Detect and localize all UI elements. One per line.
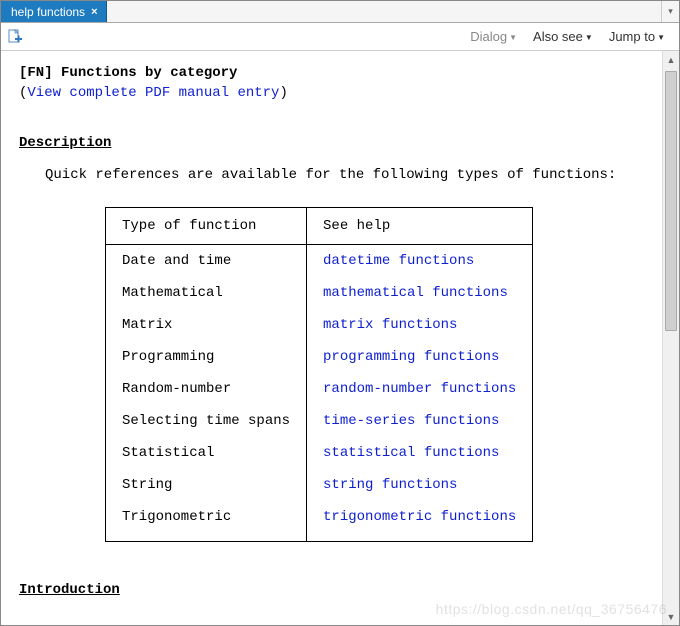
- vertical-scrollbar[interactable]: ▲ ▼: [662, 51, 679, 625]
- chevron-down-icon: ▼: [509, 33, 517, 42]
- table-row: Statistical statistical functions: [106, 437, 533, 469]
- chevron-down-icon: ▼: [657, 33, 665, 42]
- functions-table: Type of function See help Date and time …: [105, 207, 533, 542]
- help-link[interactable]: datetime functions: [323, 253, 474, 269]
- help-link[interactable]: statistical functions: [323, 445, 499, 461]
- pdf-link[interactable]: View complete PDF manual entry: [27, 85, 279, 101]
- table-header-row: Type of function See help: [106, 208, 533, 245]
- fn-title: Functions by category: [61, 65, 237, 81]
- table-row: Programming programming functions: [106, 341, 533, 373]
- help-content: [FN] Functions by category (View complet…: [1, 51, 662, 625]
- table-row: Trigonometric trigonometric functions: [106, 501, 533, 542]
- help-link[interactable]: mathematical functions: [323, 285, 508, 301]
- close-icon[interactable]: ×: [91, 6, 97, 18]
- section-introduction: Introduction: [19, 582, 644, 598]
- chevron-down-icon: ▼: [585, 33, 593, 42]
- viewport: [FN] Functions by category (View complet…: [1, 51, 679, 625]
- help-link[interactable]: string functions: [323, 477, 457, 493]
- toolbar: Dialog▼ Also see▼ Jump to▼: [1, 23, 679, 51]
- col-type-header: Type of function: [106, 208, 307, 245]
- cell-type: Date and time: [106, 245, 307, 278]
- pdf-link-line: (View complete PDF manual entry): [19, 85, 644, 101]
- cell-type: Statistical: [106, 437, 307, 469]
- table-row: Mathematical mathematical functions: [106, 277, 533, 309]
- menu-also-see-label: Also see: [533, 29, 583, 44]
- cell-type: Mathematical: [106, 277, 307, 309]
- cell-type: Matrix: [106, 309, 307, 341]
- cell-type: Programming: [106, 341, 307, 373]
- table-row: Selecting time spans time-series functio…: [106, 405, 533, 437]
- cell-type: String: [106, 469, 307, 501]
- table-row: Date and time datetime functions: [106, 245, 533, 278]
- menu-also-see[interactable]: Also see▼: [525, 27, 601, 46]
- paren-close: ): [279, 85, 287, 101]
- section-description: Description: [19, 135, 644, 151]
- table-row: Random-number random-number functions: [106, 373, 533, 405]
- help-link[interactable]: programming functions: [323, 349, 499, 365]
- fn-tag: [FN]: [19, 65, 53, 81]
- tab-help-functions[interactable]: help functions ×: [1, 1, 107, 22]
- menu-dialog-label: Dialog: [470, 29, 507, 44]
- help-link[interactable]: trigonometric functions: [323, 509, 516, 525]
- tab-label: help functions: [11, 5, 85, 19]
- menu-jump-to-label: Jump to: [609, 29, 655, 44]
- cell-type: Selecting time spans: [106, 405, 307, 437]
- tab-bar: help functions × ▾: [1, 1, 679, 23]
- help-link[interactable]: matrix functions: [323, 317, 457, 333]
- table-row: String string functions: [106, 469, 533, 501]
- help-link[interactable]: random-number functions: [323, 381, 516, 397]
- help-link[interactable]: time-series functions: [323, 413, 499, 429]
- cell-type: Trigonometric: [106, 501, 307, 542]
- scroll-up-arrow[interactable]: ▲: [663, 51, 679, 68]
- cell-type: Random-number: [106, 373, 307, 405]
- new-viewer-icon[interactable]: [7, 29, 23, 45]
- table-row: Matrix matrix functions: [106, 309, 533, 341]
- quick-reference-text: Quick references are available for the f…: [45, 167, 644, 183]
- scroll-thumb[interactable]: [665, 71, 677, 331]
- scroll-down-arrow[interactable]: ▼: [663, 608, 679, 625]
- col-help-header: See help: [307, 208, 533, 245]
- page-title: [FN] Functions by category: [19, 65, 644, 81]
- menu-jump-to[interactable]: Jump to▼: [601, 27, 673, 46]
- tab-overflow-dropdown[interactable]: ▾: [661, 1, 679, 22]
- menu-dialog[interactable]: Dialog▼: [462, 27, 525, 46]
